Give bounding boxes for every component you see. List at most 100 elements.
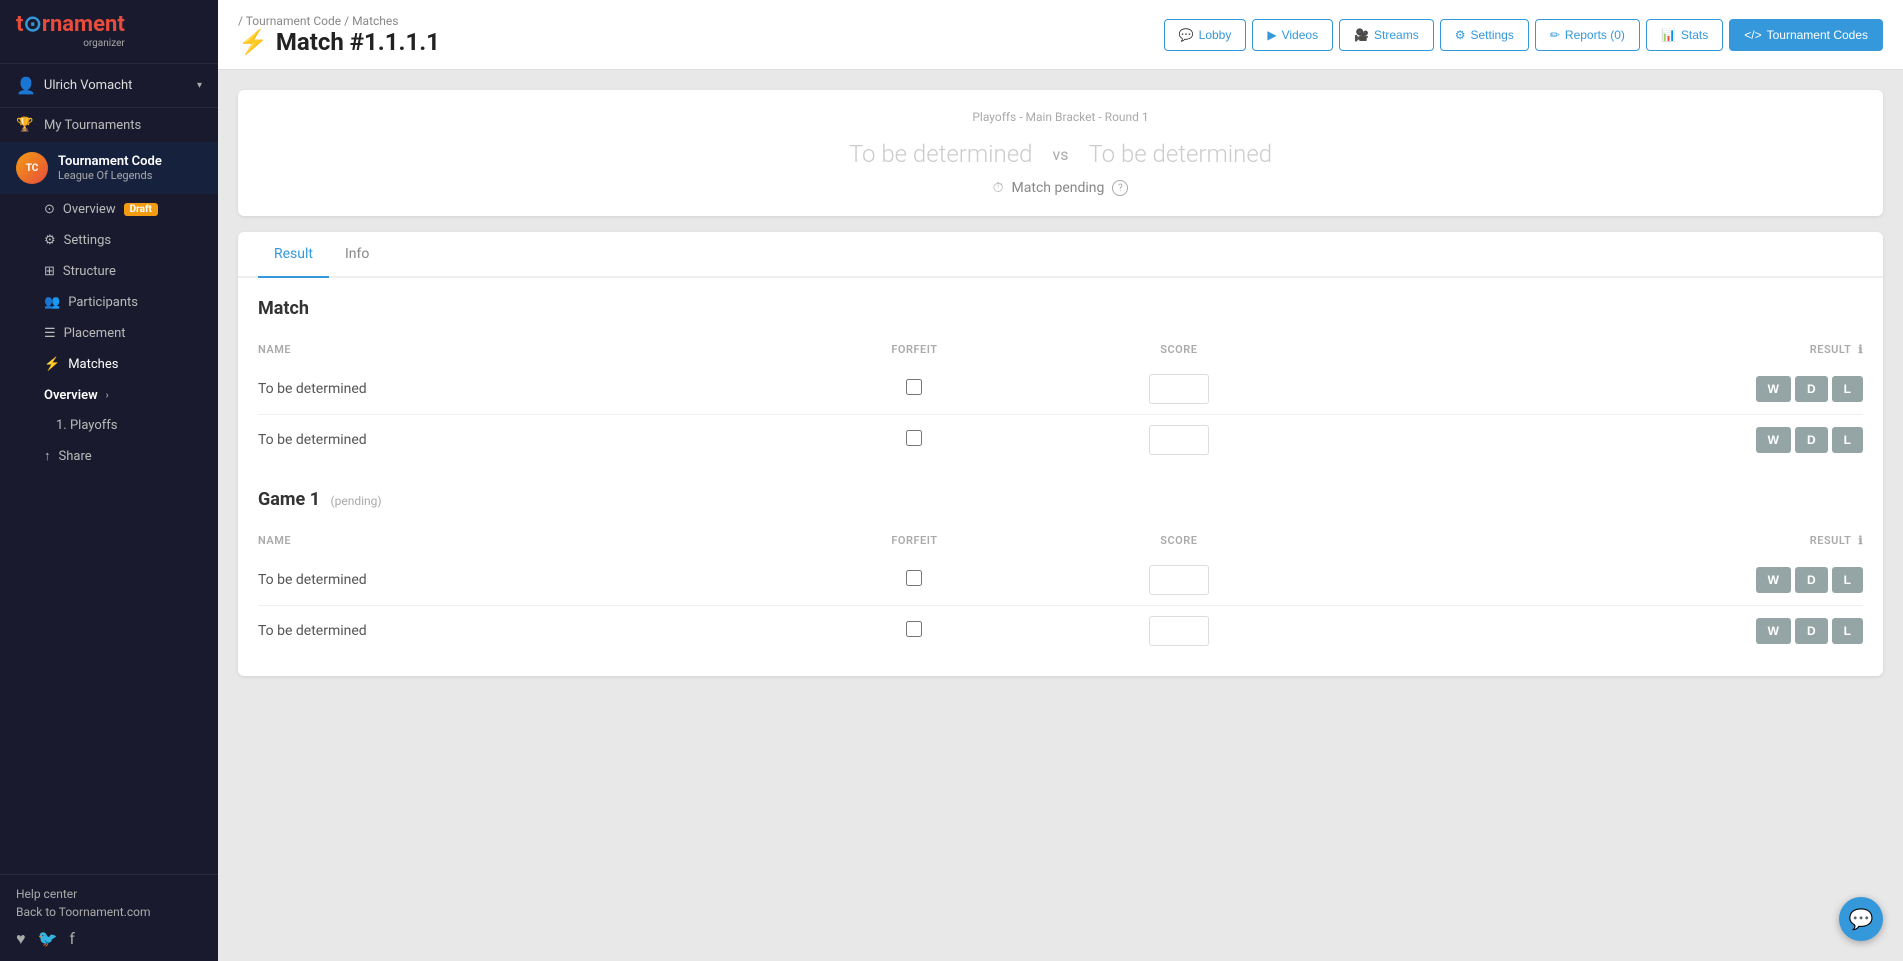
- team1-draw-button[interactable]: D: [1795, 376, 1828, 402]
- breadcrumb-part2: / Matches: [344, 14, 398, 28]
- facebook-icon[interactable]: f: [69, 929, 75, 949]
- sidebar-bottom: Help center Back to Toornament.com ♥ 🐦 f: [0, 874, 218, 961]
- streams-icon: 🎥: [1354, 28, 1369, 42]
- matches-icon: ⚡: [44, 357, 60, 372]
- stats-button[interactable]: 📊 Stats: [1646, 19, 1723, 51]
- placement-label: Placement: [64, 326, 126, 341]
- reports-icon: ✏: [1550, 28, 1560, 42]
- twitter-icon[interactable]: 🐦: [38, 929, 58, 949]
- discord-icon[interactable]: ♥: [16, 929, 26, 949]
- sidebar-item-overview[interactable]: ⊙ Overview Draft: [0, 194, 218, 225]
- game1-team1-loss-button[interactable]: L: [1832, 567, 1863, 593]
- tournament-info: Tournament Code League Of Legends: [58, 154, 202, 182]
- game1-pending-label: (pending): [331, 494, 382, 508]
- tournament-item[interactable]: TC Tournament Code League Of Legends: [0, 142, 218, 194]
- sidebar-item-matches[interactable]: ⚡ Matches: [0, 349, 218, 380]
- chat-bubble-icon: 💬: [1849, 907, 1874, 931]
- tournament-codes-icon: </>: [1744, 28, 1761, 42]
- logo-sub: organizer: [16, 38, 125, 49]
- game1-team2-draw-button[interactable]: D: [1795, 618, 1828, 644]
- tournament-game: League Of Legends: [58, 169, 202, 182]
- match-section: Match NAME FORFEIT SCORE RESULT ℹ: [258, 298, 1863, 465]
- sidebar-item-settings[interactable]: ⚙ Settings: [0, 225, 218, 256]
- nav-buttons: 💬 Lobby ▶ Videos 🎥 Streams ⚙ Settings ✏ …: [1164, 19, 1883, 51]
- table-row: To be determined W: [258, 364, 1863, 415]
- game1-team1-score-cell: [1029, 555, 1328, 606]
- settings-button[interactable]: ⚙ Settings: [1440, 19, 1529, 51]
- sidebar-item-participants[interactable]: 👥 Participants: [0, 287, 218, 318]
- status-text: Match pending: [1012, 180, 1105, 196]
- team1-result-cell: W D L: [1328, 364, 1863, 415]
- chat-bubble-button[interactable]: 💬: [1839, 897, 1883, 941]
- content-area: Playoffs - Main Bracket - Round 1 To be …: [218, 70, 1903, 961]
- team2-draw-button[interactable]: D: [1795, 427, 1828, 453]
- help-center-link[interactable]: Help center: [16, 887, 202, 901]
- vs-text: vs: [1052, 145, 1068, 164]
- videos-button[interactable]: ▶ Videos: [1252, 19, 1333, 51]
- team2-result-buttons: W D L: [1328, 427, 1863, 453]
- share-icon: ↑: [44, 448, 51, 464]
- participants-label: Participants: [68, 295, 138, 310]
- team2-win-button[interactable]: W: [1756, 427, 1791, 453]
- sidebar-item-structure[interactable]: ⊞ Structure: [0, 256, 218, 287]
- game1-team1-score-input[interactable]: [1149, 565, 1209, 595]
- user-icon: 👤: [16, 76, 36, 95]
- game1-team2-score-input[interactable]: [1149, 616, 1209, 646]
- game1-team1-result-cell: W D L: [1328, 555, 1863, 606]
- playoffs-label: 1. Playoffs: [56, 418, 118, 433]
- page-title-area: / Tournament Code / Matches ⚡ Match #1.1…: [238, 14, 1148, 56]
- overview-sub-label: Overview: [44, 388, 98, 403]
- streams-button[interactable]: 🎥 Streams: [1339, 19, 1434, 51]
- main-area: / Tournament Code / Matches ⚡ Match #1.1…: [218, 0, 1903, 961]
- status-help-icon[interactable]: ?: [1112, 180, 1128, 196]
- game1-team1-win-button[interactable]: W: [1756, 567, 1791, 593]
- team2-loss-button[interactable]: L: [1832, 427, 1863, 453]
- back-to-toornament-link[interactable]: Back to Toornament.com: [16, 905, 202, 919]
- breadcrumb: / Tournament Code / Matches: [238, 14, 1148, 28]
- name-col-header: NAME: [258, 335, 799, 364]
- score-col-header: SCORE: [1029, 335, 1328, 364]
- team1-row-name: To be determined: [258, 364, 799, 415]
- tab-info[interactable]: Info: [329, 232, 385, 278]
- sidebar-item-overview-sub[interactable]: Overview ›: [0, 380, 218, 411]
- game1-team2-win-button[interactable]: W: [1756, 618, 1791, 644]
- draft-badge: Draft: [124, 203, 158, 216]
- tournament-logo: TC: [16, 152, 48, 184]
- team1-forfeit-checkbox[interactable]: [906, 379, 922, 395]
- game1-team1-draw-button[interactable]: D: [1795, 567, 1828, 593]
- team1-win-button[interactable]: W: [1756, 376, 1791, 402]
- videos-icon: ▶: [1267, 28, 1276, 42]
- my-tournaments-label: My Tournaments: [44, 118, 141, 133]
- match-section-title: Match: [258, 298, 1863, 319]
- team2-forfeit-checkbox[interactable]: [906, 430, 922, 446]
- reports-button[interactable]: ✏ Reports (0): [1535, 19, 1640, 51]
- game1-team2-score-cell: [1029, 606, 1328, 657]
- team1-loss-button[interactable]: L: [1832, 376, 1863, 402]
- user-arrow-icon: ▾: [197, 80, 202, 91]
- team2-name: To be determined: [1089, 140, 1273, 168]
- tournament-codes-button[interactable]: </> Tournament Codes: [1729, 19, 1883, 51]
- team1-score-input[interactable]: [1149, 374, 1209, 404]
- team2-score-input[interactable]: [1149, 425, 1209, 455]
- game1-result-info-icon[interactable]: ℹ: [1858, 534, 1863, 547]
- game1-section-title: Game 1 (pending): [258, 489, 1863, 510]
- overview-sub-arrow-icon: ›: [106, 390, 109, 401]
- game1-team2-forfeit-checkbox[interactable]: [906, 621, 922, 637]
- game1-team1-forfeit-checkbox[interactable]: [906, 570, 922, 586]
- social-icons: ♥ 🐦 f: [16, 929, 202, 949]
- sidebar-item-playoffs[interactable]: 1. Playoffs: [0, 411, 218, 440]
- sidebar-item-placement[interactable]: ☰ Placement: [0, 318, 218, 349]
- page-title: ⚡ Match #1.1.1.1: [238, 28, 1148, 56]
- user-name: Ulrich Vomacht: [44, 78, 189, 93]
- trophy-icon: 🏆: [16, 117, 34, 133]
- overview-icon: ⊙: [44, 202, 55, 217]
- sidebar-item-my-tournaments[interactable]: 🏆 My Tournaments: [0, 108, 218, 142]
- lobby-button[interactable]: 💬 Lobby: [1164, 19, 1247, 51]
- sidebar-item-share[interactable]: ↑ Share: [0, 440, 218, 472]
- tab-result[interactable]: Result: [258, 232, 329, 278]
- user-menu[interactable]: 👤 Ulrich Vomacht ▾: [0, 64, 218, 108]
- result-info-icon[interactable]: ℹ: [1858, 343, 1863, 356]
- settings-nav-icon: ⚙: [1455, 28, 1466, 42]
- logo-area: t⊙rnament organizer: [0, 0, 218, 64]
- game1-team2-loss-button[interactable]: L: [1832, 618, 1863, 644]
